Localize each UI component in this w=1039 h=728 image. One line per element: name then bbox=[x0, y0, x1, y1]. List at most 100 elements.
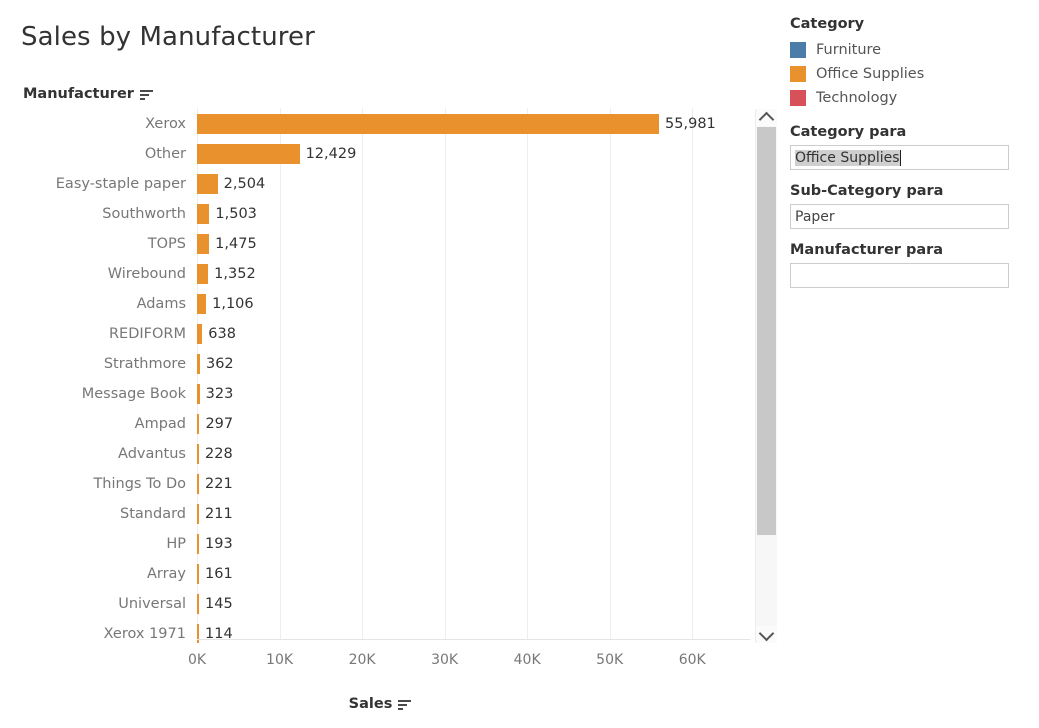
sort-descending-icon[interactable] bbox=[139, 89, 153, 101]
x-axis-tick-label: 40K bbox=[513, 652, 541, 668]
legend-item[interactable]: Technology bbox=[790, 86, 1030, 110]
bar[interactable] bbox=[197, 564, 199, 584]
parameter-title: Category para bbox=[790, 124, 907, 140]
bar-row[interactable]: Universal 145 bbox=[0, 589, 752, 619]
bar-value-label: 297 bbox=[205, 416, 234, 432]
legend-color-swatch[interactable] bbox=[790, 42, 806, 58]
bar-row[interactable]: Easy-staple paper 2,504 bbox=[0, 169, 752, 199]
scrollbar-thumb[interactable] bbox=[757, 127, 776, 535]
x-axis-tick-label: 30K bbox=[431, 652, 459, 668]
bar[interactable] bbox=[197, 264, 209, 284]
parameter-value: Paper bbox=[795, 208, 835, 225]
side-panel: Category Furniture Office Supplies Technol… bbox=[790, 16, 1030, 301]
bar[interactable] bbox=[197, 594, 199, 614]
bar[interactable] bbox=[197, 384, 200, 404]
bar-row[interactable]: Wirebound 1,352 bbox=[0, 259, 752, 289]
category-legend: Furniture Office Supplies Technology bbox=[790, 38, 1030, 110]
bar-value-label: 228 bbox=[205, 446, 233, 462]
bar-row[interactable]: Things To Do 221 bbox=[0, 469, 752, 499]
bar-row[interactable]: Southworth 1,503 bbox=[0, 199, 752, 229]
parameter-input[interactable] bbox=[790, 263, 1009, 288]
bar[interactable] bbox=[197, 294, 207, 314]
bar-category-label[interactable]: Southworth bbox=[0, 199, 186, 229]
bar-category-label[interactable]: Strathmore bbox=[0, 349, 186, 379]
bar-row[interactable]: Standard 211 bbox=[0, 499, 752, 529]
bar-category-label[interactable]: Wirebound bbox=[0, 259, 186, 289]
bar[interactable] bbox=[197, 174, 218, 194]
bar[interactable] bbox=[197, 414, 200, 434]
bar-row[interactable]: TOPS 1,475 bbox=[0, 229, 752, 259]
bar[interactable] bbox=[197, 474, 199, 494]
bar-value-label: 1,106 bbox=[212, 296, 254, 312]
bar-value-label: 638 bbox=[208, 326, 236, 342]
bar-category-label[interactable]: TOPS bbox=[0, 229, 186, 259]
bar-value-label: 2,504 bbox=[223, 176, 266, 192]
bar-category-label[interactable]: Universal bbox=[0, 589, 186, 619]
bar-row[interactable]: Xerox 55,981 bbox=[0, 109, 752, 139]
parameter-title: Manufacturer para bbox=[790, 242, 944, 258]
bar[interactable] bbox=[197, 354, 200, 374]
chart-vertical-scrollbar[interactable] bbox=[755, 109, 777, 643]
bar[interactable] bbox=[197, 624, 199, 643]
sales-field-header[interactable]: Sales bbox=[0, 696, 760, 712]
bar-category-label[interactable]: Adams bbox=[0, 289, 186, 319]
x-axis-tick-label: 0K bbox=[187, 652, 207, 668]
bar-category-label[interactable]: Other bbox=[0, 139, 186, 169]
bar-category-label[interactable]: Advantus bbox=[0, 439, 186, 469]
parameter-block: Sub-Category para Paper bbox=[790, 183, 1030, 229]
sort-descending-icon[interactable] bbox=[398, 699, 412, 711]
bar-value-label: 211 bbox=[205, 506, 233, 522]
bar-category-label[interactable]: REDIFORM bbox=[0, 319, 186, 349]
parameter-input[interactable]: Paper bbox=[790, 204, 1009, 229]
bar-row[interactable]: Strathmore 362 bbox=[0, 349, 752, 379]
chevron-down-icon[interactable] bbox=[756, 625, 777, 643]
bar-category-label[interactable]: Array bbox=[0, 559, 186, 589]
sales-field-label: Sales bbox=[348, 696, 393, 712]
parameter-input[interactable]: Office Supplies bbox=[790, 145, 1009, 170]
parameter-value: Office Supplies bbox=[795, 149, 900, 166]
legend-item[interactable]: Office Supplies bbox=[790, 62, 1030, 86]
bar-category-label[interactable]: Xerox 1971 bbox=[0, 619, 186, 643]
legend-item[interactable]: Furniture bbox=[790, 38, 1030, 62]
bar-category-label[interactable]: Standard bbox=[0, 499, 186, 529]
bar[interactable] bbox=[197, 204, 210, 224]
parameter-block: Manufacturer para bbox=[790, 242, 1030, 288]
bar-value-label: 1,352 bbox=[214, 266, 256, 282]
bar-category-label[interactable]: Easy-staple paper bbox=[0, 169, 186, 199]
bar-value-label: 193 bbox=[205, 536, 233, 552]
manufacturer-field-label: Manufacturer bbox=[23, 86, 134, 102]
bar-row[interactable]: Other 12,429 bbox=[0, 139, 752, 169]
bar-row[interactable]: Ampad 297 bbox=[0, 409, 752, 439]
manufacturer-field-header[interactable]: Manufacturer bbox=[23, 86, 153, 102]
legend-item-label: Technology bbox=[816, 90, 898, 106]
chevron-up-icon[interactable] bbox=[756, 109, 777, 127]
bar-category-label[interactable]: Things To Do bbox=[0, 469, 186, 499]
x-axis-tick-label: 60K bbox=[678, 652, 706, 668]
bar-value-label: 12,429 bbox=[305, 146, 357, 162]
bar[interactable] bbox=[197, 114, 660, 134]
bar[interactable] bbox=[197, 144, 300, 164]
x-axis-tick-label: 20K bbox=[348, 652, 376, 668]
bar[interactable] bbox=[197, 444, 199, 464]
bar[interactable] bbox=[197, 504, 199, 524]
bar-row[interactable]: HP 193 bbox=[0, 529, 752, 559]
legend-color-swatch[interactable] bbox=[790, 66, 806, 82]
bar-category-label[interactable]: Ampad bbox=[0, 409, 186, 439]
page-title: Sales by Manufacturer bbox=[21, 22, 315, 52]
bar-category-label[interactable]: Message Book bbox=[0, 379, 186, 409]
legend-item-label: Furniture bbox=[816, 42, 882, 58]
bar-row[interactable]: Message Book 323 bbox=[0, 379, 752, 409]
bar[interactable] bbox=[197, 234, 210, 254]
bar-category-label[interactable]: HP bbox=[0, 529, 186, 559]
bar-category-label[interactable]: Xerox bbox=[0, 109, 186, 139]
bar-row[interactable]: REDIFORM 638 bbox=[0, 319, 752, 349]
bar-value-label: 161 bbox=[205, 566, 233, 582]
bar-row[interactable]: Array 161 bbox=[0, 559, 752, 589]
bar[interactable] bbox=[197, 534, 199, 554]
legend-color-swatch[interactable] bbox=[790, 90, 806, 106]
bar-row[interactable]: Adams 1,106 bbox=[0, 289, 752, 319]
bar-row[interactable]: Advantus 228 bbox=[0, 439, 752, 469]
bar-value-label: 145 bbox=[205, 596, 233, 612]
bar[interactable] bbox=[197, 324, 203, 344]
bar-value-label: 1,475 bbox=[215, 236, 257, 252]
